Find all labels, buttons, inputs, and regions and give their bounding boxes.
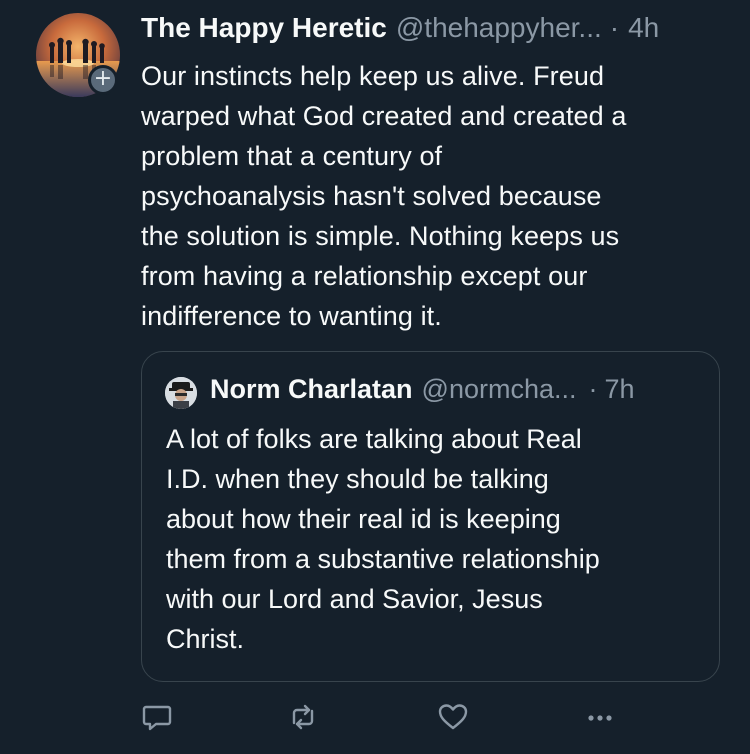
quoted-tweet[interactable]: Norm Charlatan @normcha... · 7h A lot of… xyxy=(141,351,720,682)
retweet-button[interactable] xyxy=(283,697,323,737)
tweet-text-line: Our instincts help keep us alive. Freud xyxy=(141,61,605,91)
tweet-text-line: from having a relationship except our xyxy=(141,261,588,291)
tweet-text-line: problem that a century of xyxy=(141,141,443,171)
tweet-text-line: indifference to wanting it. xyxy=(141,301,442,331)
quoted-tweet-header: Norm Charlatan @normcha... · 7h xyxy=(210,374,635,405)
retweet-icon xyxy=(292,704,314,730)
tweet-card[interactable]: + The Happy Heretic @thehappyher... · 4h… xyxy=(0,0,750,754)
tweet-actions-bar xyxy=(0,697,750,737)
quoted-author-display-name[interactable]: Norm Charlatan xyxy=(210,374,413,405)
quoted-text-line: Christ. xyxy=(166,624,245,654)
more-icon xyxy=(588,715,612,721)
header-separator: · xyxy=(609,12,620,43)
quoted-text-line: them from a substantive relationship xyxy=(166,544,600,574)
tweet-timestamp[interactable]: 4h xyxy=(628,12,659,44)
tweet-text-line: psychoanalysis hasn't solved because xyxy=(141,181,602,211)
tweet-text: Our instincts help keep us alive. Freud … xyxy=(141,56,731,336)
follow-plus-icon[interactable]: + xyxy=(88,65,118,95)
quoted-header-separator: · xyxy=(588,374,598,404)
like-button[interactable] xyxy=(433,697,473,737)
like-icon xyxy=(438,704,468,730)
quoted-text-line: with our Lord and Savior, Jesus xyxy=(166,584,543,614)
author-avatar-container[interactable]: + xyxy=(36,13,120,97)
tweet-header: The Happy Heretic @thehappyher... · 4h xyxy=(141,12,659,48)
quoted-text-line: A lot of folks are talking about Real xyxy=(166,424,582,454)
quoted-author-handle[interactable]: @normcha... xyxy=(422,374,577,405)
quoted-tweet-timestamp[interactable]: 7h xyxy=(605,374,635,405)
quoted-tweet-text: A lot of folks are talking about Real I.… xyxy=(166,419,706,659)
quoted-author-avatar[interactable] xyxy=(165,377,197,409)
reply-button[interactable] xyxy=(137,697,177,737)
quoted-text-line: about how their real id is keeping xyxy=(166,504,561,534)
author-handle[interactable]: @thehappyher... xyxy=(396,12,602,44)
tweet-text-line: the solution is simple. Nothing keeps us xyxy=(141,221,620,251)
more-options-button[interactable] xyxy=(580,697,620,737)
reply-icon xyxy=(142,705,172,731)
author-display-name[interactable]: The Happy Heretic xyxy=(141,12,387,44)
tweet-text-line: warped what God created and created a xyxy=(141,101,627,131)
quoted-text-line: I.D. when they should be talking xyxy=(166,464,549,494)
